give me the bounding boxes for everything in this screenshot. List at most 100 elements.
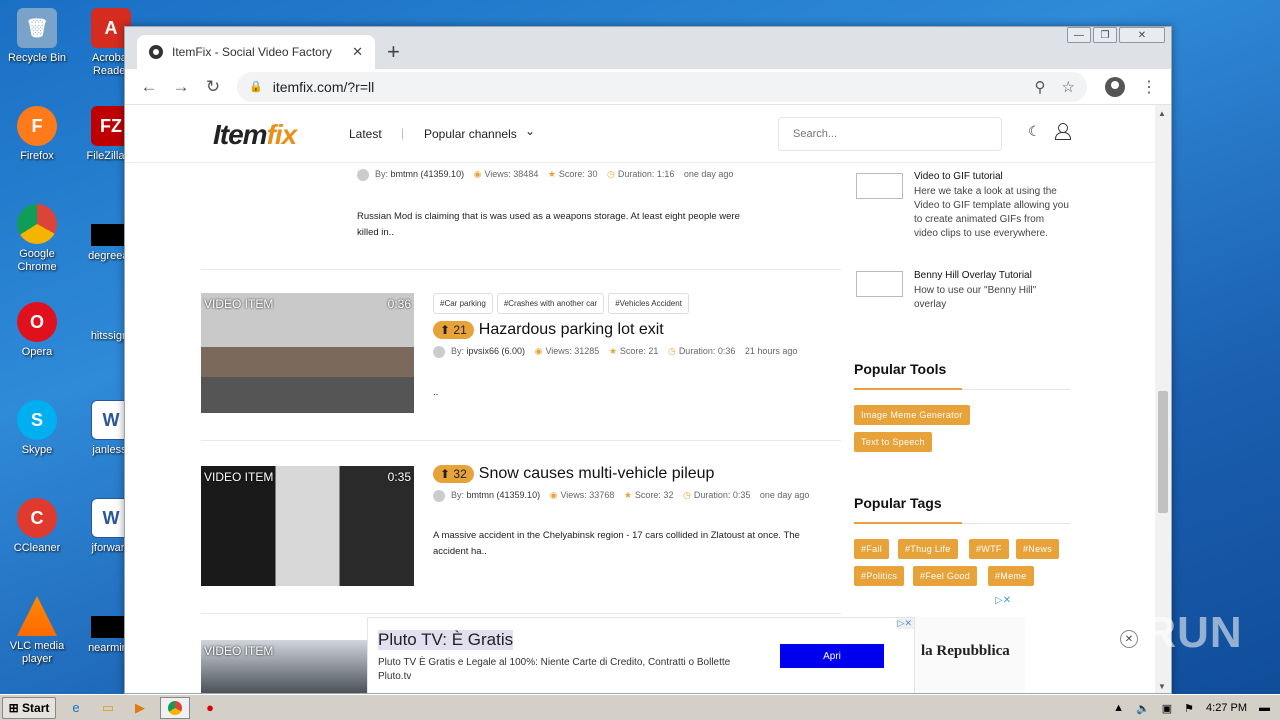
ad-choices-icon[interactable]: ▷✕	[895, 618, 914, 629]
desktop-icon-vlc[interactable]: VLC media player	[0, 596, 74, 666]
video-title-link[interactable]: Snow causes multi-vehicle pileup	[479, 465, 715, 483]
video-item-label: VIDEO ITEM	[204, 297, 274, 311]
upvote-pill[interactable]: ⬆ 32	[433, 465, 474, 483]
by-label: By:	[451, 490, 465, 500]
close-icon[interactable]: ✕	[1120, 630, 1138, 648]
tool-button[interactable]: Image Meme Generator	[854, 405, 970, 425]
video-author-link[interactable]: bmtmn (41359.10)	[391, 169, 465, 179]
lock-icon: 🔒	[249, 81, 263, 93]
file-explorer-icon[interactable]: ▭	[96, 697, 120, 719]
scroll-up-arrow-icon[interactable]: ▲	[1158, 109, 1166, 118]
scrollbar-thumb[interactable]	[1158, 391, 1168, 513]
video-tag[interactable]: #Vehicles Accident	[608, 293, 689, 314]
network-icon[interactable]: ▣	[1162, 702, 1172, 715]
desktop-icon-recycle-bin[interactable]: 🗑 Recycle Bin	[0, 8, 74, 65]
browser-window: ItemFix - Social Video Factory ✕ + — ❐ ✕…	[124, 26, 1172, 694]
system-tray: ▲ 🔈 ▣ ⚑ 4:27 PM ▬	[1101, 695, 1280, 720]
desktop-icon-skype[interactable]: S Skype	[0, 400, 74, 457]
itemfix-logo[interactable]: Itemfix	[213, 119, 297, 151]
tab-close-icon[interactable]: ✕	[352, 44, 363, 60]
tutorial-title-link[interactable]: Benny Hill Overlay Tutorial	[914, 270, 1032, 281]
chevron-down-icon[interactable]: ⌄	[525, 124, 535, 138]
scroll-down-arrow-icon[interactable]: ▼	[1158, 682, 1166, 691]
tag-button[interactable]: #WTF	[969, 539, 1009, 559]
tutorial-thumbnail[interactable]	[856, 173, 903, 199]
back-arrow-icon[interactable]: ←	[133, 71, 165, 103]
desktop-icon-opera[interactable]: O Opera	[0, 302, 74, 359]
tray-expand-icon[interactable]: ▲	[1113, 702, 1124, 714]
start-label: Start	[22, 700, 50, 715]
ad-title[interactable]: Pluto TV: È Gratis	[378, 630, 514, 650]
anyrun-watermark: ANY RUN	[1036, 608, 1243, 657]
video-tag[interactable]: #Car parking	[433, 293, 493, 314]
ad-banner-secondary[interactable]: la Repubblica	[915, 617, 1025, 693]
internet-explorer-icon[interactable]: e	[64, 697, 88, 719]
site-header: Itemfix Latest | Popular channels ⌄ ☾	[125, 105, 1155, 163]
forward-arrow-icon[interactable]: →	[165, 71, 197, 103]
minimize-button[interactable]: —	[1067, 27, 1091, 43]
page-scrollbar[interactable]: ▲ ▼	[1155, 105, 1171, 693]
new-tab-button[interactable]: +	[387, 39, 400, 65]
ad-open-button[interactable]: Apri	[780, 644, 884, 668]
start-button[interactable]: ⊞ Start	[2, 696, 56, 719]
popular-tags-heading: Popular Tags	[854, 495, 942, 511]
star-icon: ★	[623, 490, 632, 500]
nav-popular-channels-link[interactable]: Popular channels	[424, 127, 517, 141]
video-thumbnail[interactable]: VIDEO ITEM 0:35	[201, 466, 414, 586]
upvote-pill[interactable]: ⬆ 21	[433, 321, 474, 339]
desktop-icon-label: Google Chrome	[17, 248, 57, 273]
url-text[interactable]: itemfix.com/?r=ll	[273, 79, 1019, 95]
tag-button[interactable]: #Thug Life	[898, 539, 958, 559]
browser-tab[interactable]: ItemFix - Social Video Factory ✕	[137, 35, 375, 69]
ad-choices-icon[interactable]: ▷✕	[995, 595, 1011, 606]
tag-button[interactable]: #Politics	[854, 566, 905, 586]
maximize-button[interactable]: ❐	[1093, 27, 1117, 43]
tutorial-title-link[interactable]: Video to GIF tutorial	[914, 171, 1003, 182]
flag-icon[interactable]: ⚑	[1184, 702, 1194, 715]
divider	[201, 440, 841, 441]
ad-banner[interactable]: Pluto TV: È Gratis Pluto TV È Gratis e L…	[367, 617, 915, 693]
author-avatar	[357, 168, 369, 181]
tag-button[interactable]: #Meme	[988, 566, 1034, 586]
desktop-icon-firefox[interactable]: F Firefox	[0, 106, 74, 163]
video-meta: By: bmtmn (41359.10) ◉ Views: 38484 ★ Scor…	[357, 165, 757, 183]
opera-taskbar-icon[interactable]: ●	[198, 697, 222, 719]
profile-avatar-icon[interactable]	[1105, 76, 1125, 97]
tag-button[interactable]: #Fail	[854, 539, 890, 559]
address-bar[interactable]: 🔒 itemfix.com/?r=ll ⚲ ☆	[237, 71, 1087, 102]
search-input[interactable]	[778, 117, 1002, 151]
divider	[201, 269, 841, 270]
reload-icon[interactable]: ↻	[197, 71, 229, 103]
user-account-icon[interactable]	[1055, 123, 1071, 140]
clock[interactable]: 4:27 PM	[1206, 702, 1247, 714]
video-meta: By: bmtmn (41359.10) ◉ Views: 33768 ★ Scor…	[433, 486, 833, 504]
video-posted-ago: one day ago	[683, 169, 734, 179]
video-title-link[interactable]: Hazardous parking lot exit	[479, 321, 664, 339]
tool-button[interactable]: Text to Speech	[854, 432, 932, 452]
tag-button[interactable]: #News	[1016, 539, 1060, 559]
window-close-button[interactable]: ✕	[1119, 27, 1165, 43]
show-desktop-icon[interactable]: ▬	[1259, 702, 1270, 714]
video-posted-ago: one day ago	[759, 490, 810, 500]
tutorial-thumbnail[interactable]	[856, 271, 903, 297]
windows-logo-icon: ⊞	[8, 700, 19, 715]
media-player-icon[interactable]: ▶	[128, 697, 152, 719]
video-tag[interactable]: #Crashes with another car	[496, 293, 605, 314]
desktop-icon-chrome[interactable]: Google Chrome	[0, 204, 74, 274]
video-author-link[interactable]: ipvsix66 (6.00)	[467, 346, 526, 356]
volume-icon[interactable]: 🔈	[1136, 702, 1150, 715]
desktop-icon-ccleaner[interactable]: C CCleaner	[0, 498, 74, 555]
nav-latest-link[interactable]: Latest	[349, 127, 382, 141]
browser-menu-icon[interactable]: ⋮	[1135, 77, 1163, 97]
dark-mode-moon-icon[interactable]: ☾	[1028, 123, 1041, 140]
tag-button[interactable]: #Feel Good	[913, 566, 978, 586]
zoom-icon[interactable]: ⚲	[1035, 78, 1046, 96]
eye-icon: ◉	[473, 169, 482, 179]
window-controls: — ❐ ✕	[1067, 27, 1165, 43]
video-author-link[interactable]: bmtmn (41359.10)	[467, 490, 541, 500]
video-thumbnail[interactable]: VIDEO ITEM 0:36	[201, 293, 414, 413]
video-description: ..	[433, 387, 439, 398]
bookmark-star-icon[interactable]: ☆	[1062, 78, 1075, 96]
video-views: Views: 33768	[560, 490, 615, 500]
chrome-taskbar-icon[interactable]	[160, 696, 190, 719]
